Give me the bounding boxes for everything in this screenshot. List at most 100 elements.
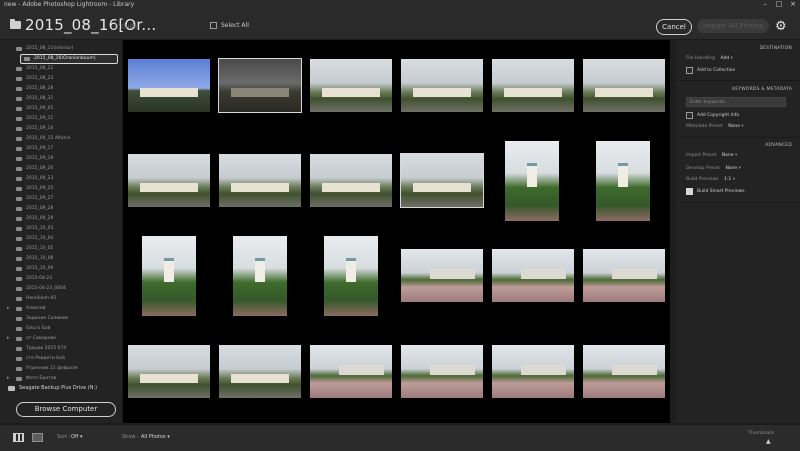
- folder-icon: [16, 277, 22, 281]
- folder-item[interactable]: 2015_09_28: [16, 204, 53, 214]
- folder-item[interactable]: Задание Салимов: [16, 314, 68, 324]
- add-copyright-checkbox[interactable]: Add Copyright Info: [686, 112, 739, 119]
- folder-item[interactable]: 2015_09_11: [16, 114, 53, 124]
- photo-thumbnail-selected[interactable]: [218, 58, 302, 113]
- keywords-heading[interactable]: KEYWORDS & METADATA: [732, 87, 792, 92]
- folder-item[interactable]: 2015_10_04: [16, 234, 53, 244]
- folder-icon: [16, 287, 22, 291]
- folder-item[interactable]: 2015_09_15 Alfonin: [16, 134, 70, 144]
- folder-icon: [16, 207, 22, 211]
- close-button[interactable]: ×: [786, 0, 800, 9]
- folder-item[interactable]: 2015_10_03: [16, 224, 53, 234]
- folder-label: 2015_10_03: [26, 226, 54, 231]
- photo-thumbnail[interactable]: [583, 249, 665, 302]
- develop-preset-row[interactable]: Develop Preset None ▾: [686, 166, 741, 171]
- file-handling-row[interactable]: File Handling Add ▾: [686, 56, 733, 61]
- folder-item[interactable]: Фото Братов: [16, 374, 56, 384]
- folder-label: 2015_09_28: [26, 206, 54, 211]
- folder-item[interactable]: Henrikeeh-05: [16, 294, 56, 304]
- folder-item[interactable]: 2015_09_23: [16, 174, 53, 184]
- folder-item[interactable]: 2015_09_19: [16, 154, 53, 164]
- select-all-checkbox[interactable]: Select All: [210, 22, 249, 29]
- folder-item[interactable]: 2015_09_20: [16, 164, 53, 174]
- destination-heading[interactable]: DESTINATION: [759, 46, 792, 51]
- photo-thumbnail[interactable]: [492, 249, 574, 302]
- photo-thumbnail[interactable]: [401, 249, 483, 302]
- checkbox-icon: [686, 112, 693, 119]
- folder-item[interactable]: 2015_10_09: [16, 264, 53, 274]
- photo-thumbnail[interactable]: [128, 345, 210, 398]
- expand-arrow-icon[interactable]: ▸: [7, 335, 10, 341]
- photo-thumbnail[interactable]: [401, 345, 483, 398]
- photo-thumbnail[interactable]: [128, 59, 210, 112]
- folder-item[interactable]: 2015_08_22: [16, 64, 53, 74]
- folder-icon: [16, 67, 22, 71]
- photo-thumbnail[interactable]: [401, 59, 483, 112]
- folder-item[interactable]: от Самарове: [16, 334, 56, 344]
- photo-thumbnail[interactable]: [142, 236, 196, 316]
- photo-thumbnail[interactable]: [128, 154, 210, 207]
- checkbox-icon: [686, 67, 693, 74]
- folder-item[interactable]: 2015_08_28: [16, 84, 53, 94]
- import-button[interactable]: Import All Photos: [697, 19, 769, 33]
- photo-thumbnail[interactable]: [492, 59, 574, 112]
- photo-thumbnail[interactable]: [233, 236, 287, 316]
- folder-item[interactable]: Турции 2015 074: [16, 344, 66, 354]
- build-previews-row[interactable]: Build Previews 1:1 ▾: [686, 177, 735, 182]
- folder-item[interactable]: Утренник 21 февраля: [16, 364, 78, 374]
- photo-thumbnail[interactable]: [324, 236, 378, 316]
- loupe-view-icon[interactable]: [32, 433, 43, 442]
- photo-thumbnail[interactable]: [219, 154, 301, 207]
- folder-item[interactable]: 2015_09_14: [16, 124, 53, 134]
- drive-item[interactable]: Seagate Backup Plus Drive (N:): [8, 384, 120, 393]
- folder-item[interactable]: 2015_10_08: [16, 254, 53, 264]
- keywords-input[interactable]: Enter keywords...: [686, 97, 786, 107]
- folder-item[interactable]: 2015_08_11(interior): [16, 44, 73, 54]
- folder-item[interactable]: 2015-04-23_0004: [16, 284, 66, 294]
- folder-item[interactable]: 2015_09_29: [16, 214, 53, 224]
- add-to-collection-checkbox[interactable]: Add to Collection: [686, 67, 735, 74]
- folder-item-selected[interactable]: 2015_08_16(Oranienbaum): [20, 54, 118, 64]
- photo-thumbnail[interactable]: [583, 345, 665, 398]
- photo-thumbnail[interactable]: [583, 59, 665, 112]
- cancel-button[interactable]: Cancel: [656, 19, 692, 35]
- folder-item[interactable]: 2015_09_17: [16, 144, 53, 154]
- folder-label: 2015_10_09: [26, 266, 54, 271]
- select-all-label: Select All: [221, 22, 249, 29]
- import-header: 2015_08_16[Or... Include Select All Canc…: [0, 9, 800, 40]
- advanced-heading[interactable]: ADVANCED: [765, 143, 792, 148]
- photo-thumbnail[interactable]: [310, 345, 392, 398]
- expand-arrow-icon[interactable]: ▸: [7, 375, 10, 381]
- browse-computer-button[interactable]: Browse Computer: [16, 402, 116, 417]
- folder-item[interactable]: Ольга Бой: [16, 324, 50, 334]
- minimize-button[interactable]: –: [758, 0, 772, 9]
- folder-item[interactable]: 2015-04-23: [16, 274, 52, 284]
- build-smart-previews-checkbox[interactable]: Build Smart Previews: [686, 188, 745, 195]
- folder-item[interactable]: 2015_09_05: [16, 104, 53, 114]
- folder-item[interactable]: 2015_09_27: [16, 194, 53, 204]
- thumbnail-size-slider[interactable]: ▲: [766, 438, 771, 445]
- show-dropdown[interactable]: All Photos ▾: [141, 434, 170, 440]
- grid-view-icon[interactable]: [13, 433, 24, 442]
- folder-item[interactable]: сте Ревдети бой: [16, 354, 65, 364]
- photo-thumbnail[interactable]: [219, 345, 301, 398]
- folder-item[interactable]: 2015_09_25: [16, 184, 53, 194]
- photo-thumbnail[interactable]: [505, 141, 559, 221]
- expand-arrow-icon[interactable]: ▸: [7, 305, 10, 311]
- import-preset-row[interactable]: Import Preset None ▾: [686, 153, 737, 158]
- folder-item[interactable]: 2015_08_23: [16, 74, 53, 84]
- photo-thumbnail[interactable]: [492, 345, 574, 398]
- sort-dropdown[interactable]: Off ▾: [71, 434, 83, 440]
- photo-thumbnail[interactable]: [596, 141, 650, 221]
- gear-icon[interactable]: ⚙: [775, 20, 787, 33]
- photo-thumbnail-selected[interactable]: [400, 153, 484, 208]
- metadata-preset-row[interactable]: Metadata Preset None ▾: [686, 124, 744, 129]
- photo-thumbnail[interactable]: [310, 154, 392, 207]
- folder-item[interactable]: Алексей: [16, 304, 46, 314]
- folder-item[interactable]: 2015_08_31: [16, 94, 53, 104]
- photo-thumbnail[interactable]: [310, 59, 392, 112]
- folder-item[interactable]: 2015_10_05: [16, 244, 53, 254]
- maximize-button[interactable]: □: [772, 0, 786, 9]
- sort-label: Sort :: [57, 434, 71, 440]
- folder-label: от Самарове: [26, 336, 56, 341]
